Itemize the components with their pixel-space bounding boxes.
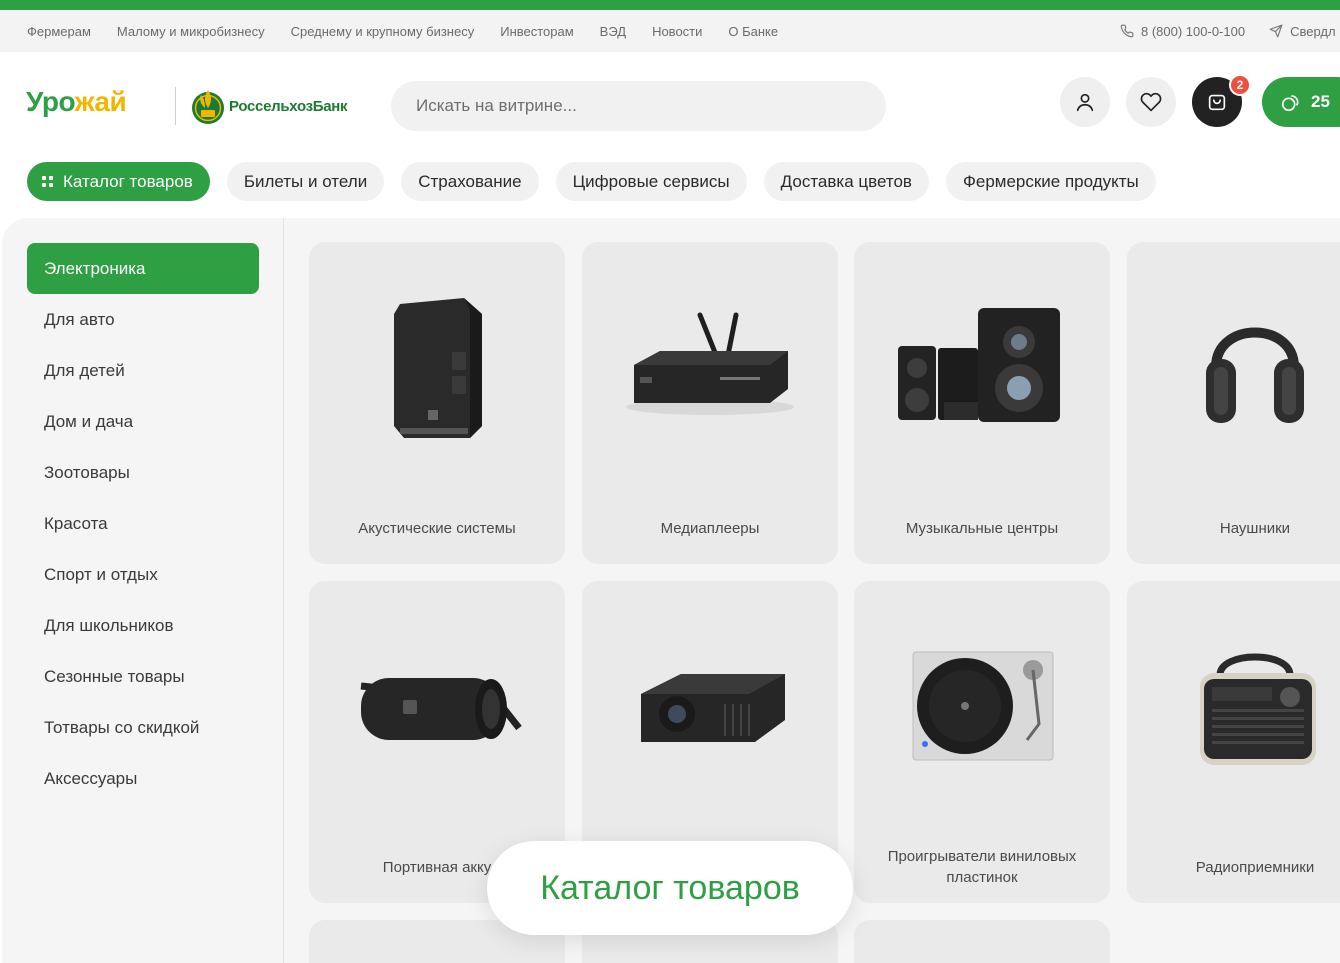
shopping-bag-icon: [1208, 94, 1226, 111]
top-contacts: 8 (800) 100-0-100 Свердл: [1120, 10, 1336, 52]
phone-link[interactable]: 8 (800) 100-0-100: [1120, 24, 1245, 39]
category-nav: Каталог товаров Билеты и отели Страхован…: [27, 162, 1156, 202]
product-card[interactable]: [854, 920, 1110, 963]
turntable-icon: [854, 581, 1110, 831]
music-center-icon: [854, 242, 1110, 492]
sidebar-item-kids[interactable]: Для детей: [27, 345, 259, 396]
bonus-balance-button[interactable]: 25: [1262, 77, 1340, 127]
category-tickets-hotels[interactable]: Билеты и отели: [226, 162, 385, 201]
logo-text-a: Уро: [26, 86, 75, 117]
product-card-label: Акустические системы: [358, 519, 516, 537]
location-arrow-icon: [1269, 24, 1283, 38]
sidebar-item-auto[interactable]: Для авто: [27, 294, 259, 345]
heart-icon: [1140, 92, 1162, 112]
region-selector[interactable]: Свердл: [1269, 23, 1336, 39]
sidebar-item-accessories[interactable]: Аксессуары: [27, 753, 259, 804]
phone-icon: [1120, 24, 1134, 38]
media-player-icon: [582, 242, 838, 492]
top-nav: Фермерам Малому и микробизнесу Среднему …: [27, 10, 778, 52]
cart-button[interactable]: 2: [1192, 74, 1251, 127]
product-card-label: Проигрыватели виниловых пластинок: [887, 848, 1077, 886]
region-name: Свердл: [1290, 23, 1336, 39]
projector-icon: [582, 581, 838, 831]
logo-text-b: жай: [74, 86, 127, 117]
top-nav-link-ved[interactable]: ВЭД: [600, 24, 626, 39]
sidebar-item-pets[interactable]: Зоотовары: [27, 447, 259, 498]
product-card-media-players[interactable]: Медиаплееры: [582, 242, 838, 564]
sidebar-divider: [283, 218, 284, 963]
product-card-label: Радиоприемники: [1195, 858, 1315, 876]
grid-dots-icon: [42, 176, 53, 187]
product-card-turntables[interactable]: Проигрыватели виниловых пластинок: [854, 581, 1110, 903]
bonus-value: 25: [1311, 92, 1330, 111]
logo-divider: [175, 87, 176, 125]
sidebar-item-school[interactable]: Для школьников: [27, 600, 259, 651]
sidebar-item-discount[interactable]: Тотвары со скидкой: [27, 702, 259, 753]
category-digital-services[interactable]: Цифровые сервисы: [555, 162, 747, 201]
rshb-emblem-icon: [192, 90, 224, 124]
top-nav-link-corporate[interactable]: Среднему и крупному бизнесу: [291, 24, 475, 39]
radio-icon: [1127, 581, 1340, 831]
user-icon: [1076, 93, 1094, 112]
floating-catalog-button[interactable]: Каталог товаров: [487, 841, 853, 935]
cart-count-badge: 2: [1229, 74, 1251, 96]
sidebar-menu: Электроника Для авто Для детей Дом и дач…: [27, 243, 259, 804]
catalog-button[interactable]: Каталог товаров: [27, 162, 210, 201]
rshb-logo-text: РоссельхозБанк: [229, 97, 348, 115]
category-insurance[interactable]: Страхование: [401, 162, 539, 201]
catalog-button-label: Каталог товаров: [63, 171, 193, 191]
phone-number: 8 (800) 100-0-100: [1141, 23, 1246, 39]
bonus-coins-icon: [1281, 95, 1299, 112]
product-card-music-centers[interactable]: Музыкальные центры: [854, 242, 1110, 564]
category-farm-products[interactable]: Фермерские продукты: [945, 162, 1156, 201]
profile-button[interactable]: [1060, 77, 1110, 127]
sidebar-item-home-garden[interactable]: Дом и дача: [27, 396, 259, 447]
category-flower-delivery[interactable]: Доставка цветов: [763, 162, 929, 201]
product-card-speakers[interactable]: Акустические системы: [309, 242, 565, 564]
top-bar: Фермерам Малому и микробизнесу Среднему …: [0, 10, 1340, 52]
sidebar-item-seasonal[interactable]: Сезонные товары: [27, 651, 259, 702]
top-nav-link-about[interactable]: О Банке: [728, 24, 778, 39]
sidebar-item-sport[interactable]: Спорт и отдых: [27, 549, 259, 600]
product-card-label: Музыкальные центры: [905, 519, 1059, 537]
top-nav-link-news[interactable]: Новости: [652, 24, 702, 39]
portable-speaker-icon: [309, 581, 565, 831]
product-card-radios[interactable]: Радиоприемники: [1127, 581, 1340, 903]
favorites-button[interactable]: [1126, 77, 1176, 127]
product-card-label: Наушники: [1219, 519, 1291, 537]
product-card-label: Медиаплееры: [660, 519, 760, 537]
rshb-logo[interactable]: РоссельхозБанк: [190, 86, 348, 126]
top-nav-link-investors[interactable]: Инвесторам: [500, 24, 573, 39]
top-accent-stripe: [0, 0, 1340, 10]
top-nav-link-farmers[interactable]: Фермерам: [27, 24, 91, 39]
sidebar-item-electronics[interactable]: Электроника: [27, 243, 259, 294]
header: Урожай РоссельхозБанк 2 25: [0, 52, 1340, 162]
product-card-headphones[interactable]: Наушники: [1127, 242, 1340, 564]
top-nav-link-small-business[interactable]: Малому и микробизнесу: [117, 24, 265, 39]
speaker-icon: [309, 242, 565, 492]
urozhai-logo[interactable]: Урожай: [26, 86, 127, 118]
search-input[interactable]: [391, 81, 886, 131]
headphones-icon: [1127, 242, 1340, 492]
sidebar-item-beauty[interactable]: Красота: [27, 498, 259, 549]
